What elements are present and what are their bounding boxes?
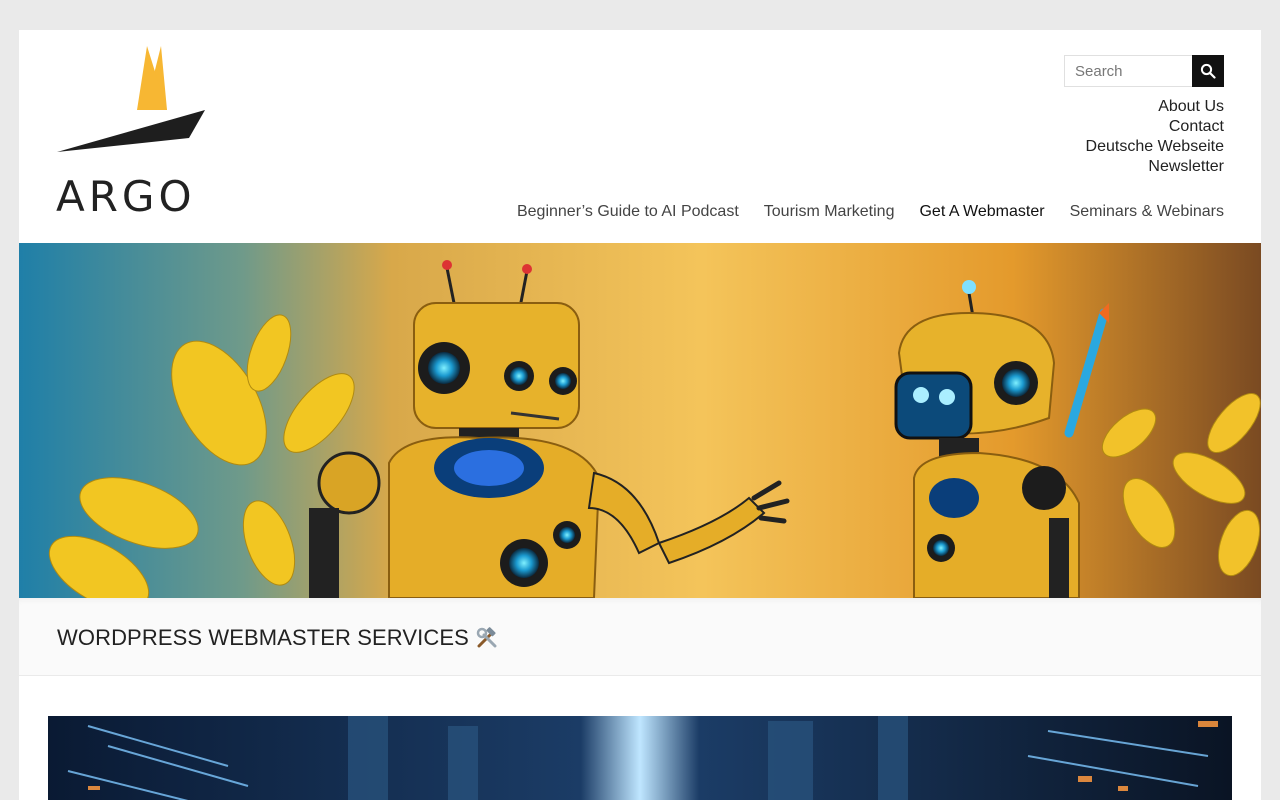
- logo-text: ARGO: [56, 172, 196, 221]
- page-title: WORDPRESS WEBMASTER SERVICES: [57, 625, 499, 651]
- nav-item-seminars-webinars[interactable]: Seminars & Webinars: [1070, 202, 1224, 222]
- page-title-bar: WORDPRESS WEBMASTER SERVICES: [19, 598, 1261, 676]
- nav-item-get-a-webmaster[interactable]: Get A Webmaster: [919, 202, 1044, 222]
- page-title-text: WORDPRESS WEBMASTER SERVICES: [57, 625, 469, 650]
- top-links-menu: About Us Contact Deutsche Webseite Newsl…: [1086, 97, 1224, 177]
- top-link-contact[interactable]: Contact: [1086, 117, 1224, 137]
- site-header: ARGO About Us Contact Deutsche Webseite …: [19, 30, 1261, 243]
- header-banner-image: [19, 243, 1261, 598]
- main-navigation: Beginner’s Guide to AI Podcast Tourism M…: [492, 202, 1224, 222]
- top-link-about-us[interactable]: About Us: [1086, 97, 1224, 117]
- search-button[interactable]: [1192, 55, 1224, 87]
- nav-item-tourism-marketing[interactable]: Tourism Marketing: [764, 202, 895, 222]
- site-logo[interactable]: ARGO: [55, 46, 215, 221]
- search-input[interactable]: [1064, 55, 1192, 87]
- page: ARGO About Us Contact Deutsche Webseite …: [19, 30, 1261, 800]
- top-link-newsletter[interactable]: Newsletter: [1086, 157, 1224, 177]
- top-link-deutsche-webseite[interactable]: Deutsche Webseite: [1086, 137, 1224, 157]
- search-icon: [1200, 63, 1216, 79]
- sail-logo-icon: [57, 46, 205, 152]
- featured-image: [48, 716, 1232, 800]
- hammer-and-wrench-icon: [475, 626, 499, 650]
- nav-item-ai-podcast[interactable]: Beginner’s Guide to AI Podcast: [517, 202, 739, 222]
- search-form: [1064, 55, 1224, 87]
